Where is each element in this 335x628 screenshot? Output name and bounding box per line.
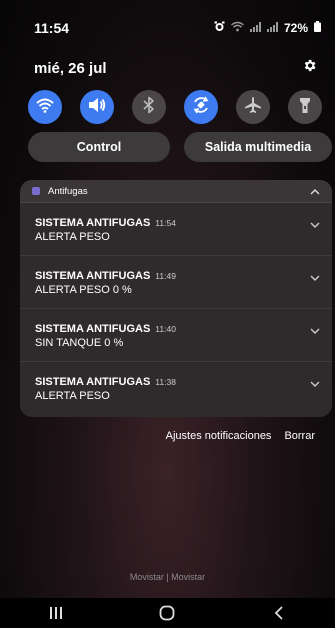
notification-actions: Ajustes notificaciones Borrar — [166, 430, 315, 442]
notification-title: SISTEMA ANTIFUGAS — [35, 270, 151, 282]
back-icon[interactable] — [259, 601, 299, 625]
clear-all-button[interactable]: Borrar — [284, 430, 315, 442]
status-icons: 72% — [214, 21, 321, 35]
notification-settings-button[interactable]: Ajustes notificaciones — [166, 430, 272, 442]
notification-time: 11:40 — [155, 324, 176, 334]
autorotate-toggle[interactable] — [184, 90, 218, 124]
date-label: mié, 26 jul — [34, 59, 107, 77]
battery-icon — [314, 21, 321, 35]
notification-title: SISTEMA ANTIFUGAS — [35, 217, 151, 229]
carrier-label: Movistar | Movistar — [129, 572, 206, 582]
notification-time: 11:54 — [155, 218, 176, 228]
chevron-down-icon[interactable] — [310, 309, 320, 339]
control-button[interactable]: Control — [28, 132, 170, 162]
sound-toggle[interactable] — [80, 90, 114, 124]
home-icon[interactable] — [147, 601, 187, 625]
app-identity: Antifugas — [32, 186, 88, 197]
chevron-down-icon[interactable] — [310, 362, 320, 392]
cell-signal-icon — [266, 21, 278, 35]
recents-icon[interactable] — [36, 601, 76, 625]
chevron-up-icon[interactable] — [310, 182, 320, 200]
notification-body: ALERTA PESO 0 % — [35, 284, 132, 296]
notification-item[interactable]: SISTEMA ANTIFUGAS 11:49 ALERTA PESO 0 % — [20, 256, 332, 309]
app-name: Antifugas — [48, 185, 88, 197]
bluetooth-icon — [142, 96, 156, 119]
navigation-bar — [0, 598, 335, 628]
sound-icon — [88, 97, 106, 118]
notification-item[interactable]: SISTEMA ANTIFUGAS 11:40 SIN TANQUE 0 % — [20, 309, 332, 362]
wifi-toggle[interactable] — [28, 90, 62, 124]
wifi-signal-icon — [231, 21, 244, 35]
app-icon — [32, 187, 40, 195]
flashlight-icon — [297, 96, 313, 119]
alarm-icon — [214, 21, 225, 35]
quick-settings — [28, 90, 322, 124]
notification-body: ALERTA PESO — [35, 390, 110, 402]
notification-item[interactable]: SISTEMA ANTIFUGAS 11:38 ALERTA PESO — [20, 362, 332, 415]
notification-time: 11:49 — [155, 271, 176, 281]
notification-panel: Antifugas SISTEMA ANTIFUGAS 11:54 ALERTA… — [20, 180, 332, 417]
status-bar: 11:54 72% — [34, 18, 321, 38]
chevron-down-icon[interactable] — [310, 256, 320, 286]
notification-group-header[interactable]: Antifugas — [20, 180, 332, 203]
airplane-toggle[interactable] — [236, 90, 270, 124]
date-row: mié, 26 jul — [34, 58, 317, 78]
chevron-down-icon[interactable] — [310, 203, 320, 233]
notification-body: SIN TANQUE 0 % — [35, 337, 124, 349]
autorotate-icon — [192, 96, 210, 119]
pill-row: Control Salida multimedia — [28, 132, 332, 162]
notification-time: 11:38 — [155, 377, 176, 387]
battery-percent: 72% — [283, 21, 308, 35]
notification-title: SISTEMA ANTIFUGAS — [35, 323, 151, 335]
notification-body: ALERTA PESO — [35, 231, 110, 243]
notification-title: SISTEMA ANTIFUGAS — [35, 376, 151, 388]
clock: 11:54 — [34, 20, 70, 36]
media-output-button[interactable]: Salida multimedia — [184, 132, 332, 162]
cell-signal-icon — [249, 21, 261, 35]
flashlight-toggle[interactable] — [288, 90, 322, 124]
gear-icon[interactable] — [302, 58, 317, 78]
bluetooth-toggle[interactable] — [132, 90, 166, 124]
notification-item[interactable]: SISTEMA ANTIFUGAS 11:54 ALERTA PESO — [20, 203, 332, 256]
airplane-icon — [244, 96, 262, 119]
wifi-icon — [36, 97, 54, 118]
